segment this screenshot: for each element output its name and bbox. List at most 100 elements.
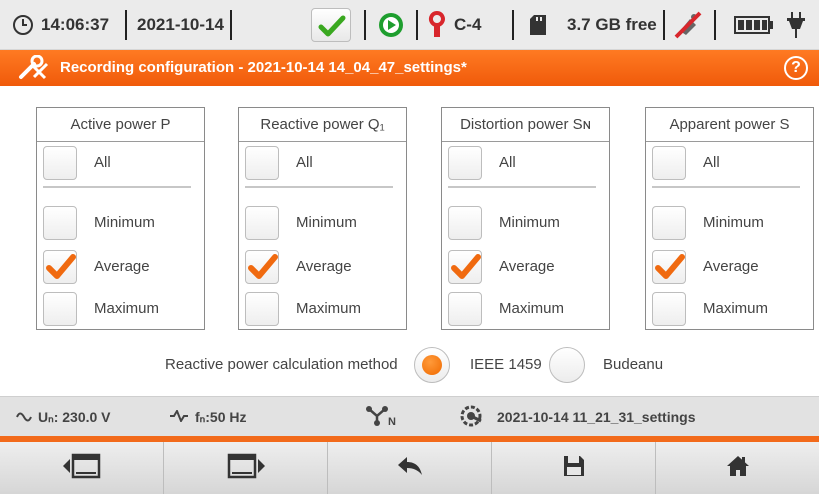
status-separator: [416, 10, 418, 40]
option-label: Average: [703, 258, 759, 275]
status-ok-button[interactable]: [311, 0, 351, 50]
checkbox-average[interactable]: [43, 250, 77, 284]
checkbox-maximum[interactable]: [448, 292, 482, 326]
option-all[interactable]: All: [448, 146, 608, 180]
option-all[interactable]: All: [43, 146, 203, 180]
status-separator: [663, 10, 665, 40]
checkbox-maximum[interactable]: [43, 292, 77, 326]
radio-ieee-1459[interactable]: [414, 347, 450, 383]
checkmark-icon: [311, 8, 351, 42]
panel-divider: [43, 186, 191, 188]
clamp-label: C-4: [454, 15, 482, 34]
status-separator: [512, 10, 514, 40]
status-separator: [364, 10, 366, 40]
sd-card-icon: [530, 0, 546, 50]
back-icon: [397, 456, 422, 480]
storage-free: 3.7 GB free: [567, 15, 657, 34]
option-label: Average: [296, 258, 352, 275]
option-minimum[interactable]: Minimum: [245, 206, 405, 240]
checkbox-minimum[interactable]: [245, 206, 279, 240]
nominal-voltage-value: Uₙ: 230.0 V: [38, 408, 111, 425]
option-label: Minimum: [499, 214, 560, 231]
radio-budeanu-label: Budeanu: [603, 356, 664, 373]
option-label: All: [499, 154, 516, 171]
option-average[interactable]: Average: [448, 250, 608, 284]
option-maximum[interactable]: Maximum: [652, 292, 812, 326]
option-label: Minimum: [703, 214, 764, 231]
panel-3: Apparent power S All Minimum Average Maximum: [645, 107, 814, 330]
option-minimum[interactable]: Minimum: [652, 206, 812, 240]
save-button[interactable]: [492, 442, 656, 494]
option-label: Maximum: [296, 300, 362, 317]
home-button[interactable]: [656, 442, 819, 494]
checkbox-minimum[interactable]: [43, 206, 77, 240]
checkbox-maximum[interactable]: [245, 292, 279, 326]
option-minimum[interactable]: Minimum: [448, 206, 608, 240]
option-label: Minimum: [94, 214, 155, 231]
panel-divider: [448, 186, 596, 188]
settings-file-info: 2021-10-14 11_21_31_settings: [460, 397, 695, 437]
checkbox-average[interactable]: [652, 250, 686, 284]
save-icon: [563, 455, 585, 482]
option-maximum[interactable]: Maximum: [43, 292, 203, 326]
radio-budeanu[interactable]: [549, 347, 585, 383]
status-separator: [230, 10, 232, 40]
option-label: Minimum: [296, 214, 357, 231]
panel-divider: [652, 186, 800, 188]
help-button[interactable]: ?: [784, 56, 808, 80]
option-average[interactable]: Average: [43, 250, 203, 284]
nominal-frequency: fₙ:50 Hz: [169, 397, 246, 437]
checkbox-average[interactable]: [245, 250, 279, 284]
checkbox-minimum[interactable]: [448, 206, 482, 240]
calc-method-label: Reactive power calculation method: [165, 356, 398, 373]
option-all[interactable]: All: [652, 146, 812, 180]
checkbox-all[interactable]: [43, 146, 77, 180]
checkbox-average[interactable]: [448, 250, 482, 284]
radio-selected-dot: [422, 355, 442, 375]
clamp-icon: [428, 0, 446, 50]
clock-icon: [12, 0, 34, 50]
option-all[interactable]: All: [245, 146, 405, 180]
info-bar: Uₙ: 230.0 V fₙ:50 Hz N 2021-10-14 11_21_…: [0, 396, 819, 436]
option-label: Average: [499, 258, 555, 275]
status-separator: [714, 10, 716, 40]
no-gps-icon: [672, 0, 704, 50]
option-label: All: [94, 154, 111, 171]
checkbox-maximum[interactable]: [652, 292, 686, 326]
back-button[interactable]: [328, 442, 492, 494]
power-plug-icon: [787, 0, 805, 50]
previous-screen-icon: [62, 453, 101, 484]
status-date: 2021-10-14: [137, 15, 224, 34]
battery-icon: [734, 0, 774, 50]
bottom-toolbar: [0, 442, 819, 494]
page-title: Recording configuration - 2021-10-14 14_…: [60, 59, 467, 76]
sine-wave-icon: [16, 409, 32, 425]
option-label: Average: [94, 258, 150, 275]
option-label: All: [296, 154, 313, 171]
panel-2: Distortion power Sɴ All Minimum Average Maxi…: [441, 107, 610, 330]
status-separator: [125, 10, 127, 40]
settings-file-name: 2021-10-14 11_21_31_settings: [497, 409, 696, 425]
record-play-icon: [378, 0, 404, 50]
radio-ieee-1459-label: IEEE 1459: [470, 356, 542, 373]
nominal-frequency-value: fₙ:50 Hz: [195, 408, 247, 425]
option-maximum[interactable]: Maximum: [245, 292, 405, 326]
three-phase-network-icon: [366, 405, 388, 429]
title-bar: Recording configuration - 2021-10-14 14_…: [0, 50, 819, 86]
option-label: Maximum: [499, 300, 565, 317]
checkbox-minimum[interactable]: [652, 206, 686, 240]
home-icon: [726, 455, 750, 482]
next-screen-icon: [227, 453, 265, 484]
option-minimum[interactable]: Minimum: [43, 206, 203, 240]
status-time: 14:06:37: [41, 15, 110, 34]
frequency-wave-icon: [169, 408, 189, 425]
option-average[interactable]: Average: [245, 250, 405, 284]
checkbox-all[interactable]: [448, 146, 482, 180]
previous-screen-button[interactable]: [0, 442, 164, 494]
option-maximum[interactable]: Maximum: [448, 292, 608, 326]
next-screen-button[interactable]: [164, 442, 328, 494]
checkbox-all[interactable]: [652, 146, 686, 180]
option-label: Maximum: [94, 300, 160, 317]
checkbox-all[interactable]: [245, 146, 279, 180]
option-average[interactable]: Average: [652, 250, 812, 284]
